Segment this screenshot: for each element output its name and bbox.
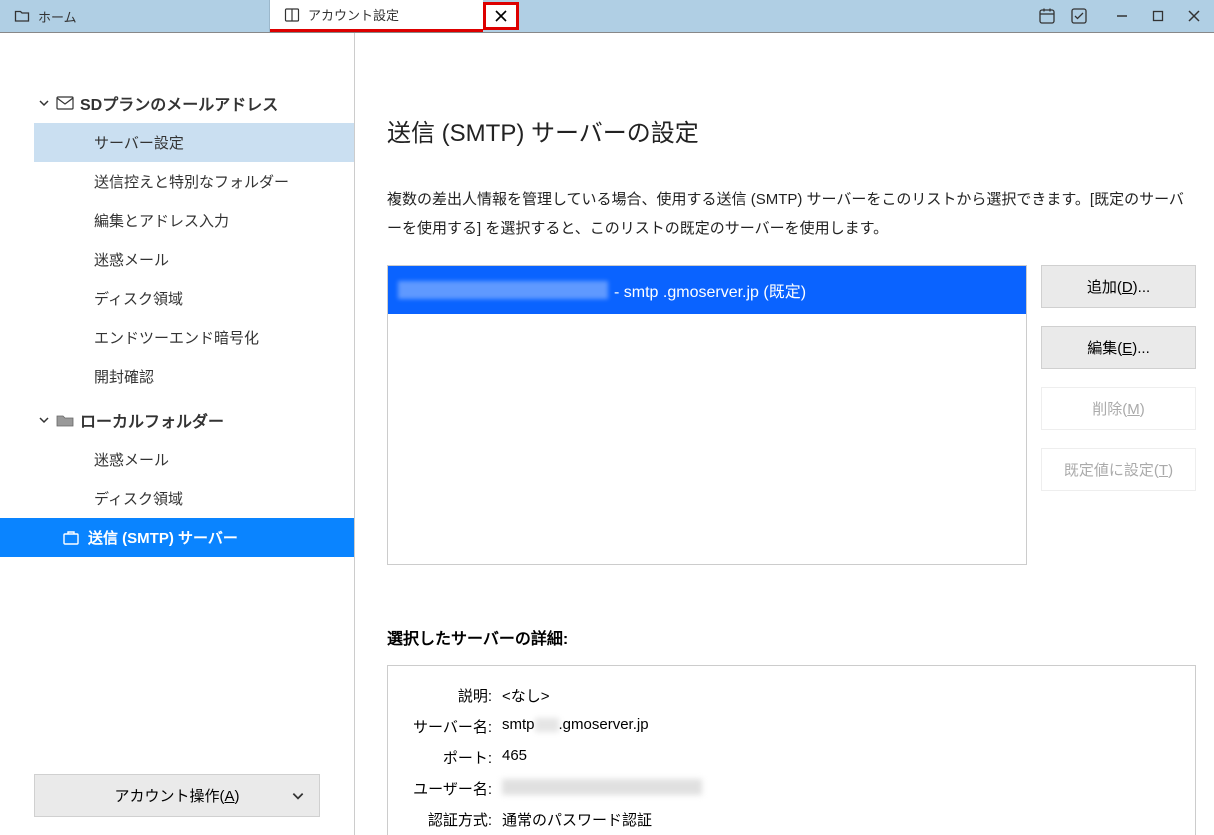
tab-settings-label: アカウント設定 (308, 5, 399, 24)
tab-account-settings[interactable]: アカウント設定 (270, 0, 483, 32)
detail-port-value: 465 (502, 747, 527, 768)
smtp-server-item[interactable]: - smtp .gmoserver.jp (既定) (388, 266, 1026, 314)
tree-item-local-junk[interactable]: 迷惑メール (34, 440, 354, 479)
tree-item-disk[interactable]: ディスク領域 (34, 279, 354, 318)
edit-button[interactable]: 編集(E)... (1041, 326, 1196, 369)
close-window-button[interactable] (1188, 10, 1200, 22)
mail-icon (56, 96, 74, 110)
remove-button: 削除(M) (1041, 387, 1196, 430)
tab-home[interactable]: ホーム (0, 0, 270, 32)
chevron-down-icon (291, 789, 305, 803)
redacted-text (398, 281, 608, 299)
detail-auth-label: 認証方式: (406, 809, 492, 830)
tree-item-junk[interactable]: 迷惑メール (34, 240, 354, 279)
tree-item-copies-folders[interactable]: 送信控えと特別なフォルダー (34, 162, 354, 201)
window-controls (1096, 0, 1214, 32)
close-icon (494, 9, 508, 23)
tree-item-e2e[interactable]: エンドツーエンド暗号化 (34, 318, 354, 357)
smtp-server-list[interactable]: - smtp .gmoserver.jp (既定) (387, 265, 1027, 565)
sidebar: SDプランのメールアドレス サーバー設定 送信控えと特別なフォルダー 編集とアド… (0, 33, 355, 835)
account-section-header[interactable]: SDプランのメールアドレス (34, 83, 354, 123)
tree-item-receipts[interactable]: 開封確認 (34, 357, 354, 396)
account-label: SDプランのメールアドレス (80, 91, 278, 115)
folder-icon (14, 8, 30, 24)
details-heading: 選択したサーバーの詳細: (387, 625, 1196, 649)
chevron-down-icon (38, 97, 50, 109)
detail-server-value: smtp.gmoserver.jp (502, 716, 649, 737)
detail-desc-value: <なし> (502, 685, 550, 706)
server-details-box: 説明: <なし> サーバー名: smtp.gmoserver.jp ポート: 4… (387, 665, 1196, 835)
book-icon (284, 7, 300, 23)
detail-server-label: サーバー名: (406, 716, 492, 737)
detail-auth-value: 通常のパスワード認証 (502, 809, 652, 830)
add-button[interactable]: 追加(D)... (1041, 265, 1196, 308)
tree-item-composition[interactable]: 編集とアドレス入力 (34, 201, 354, 240)
minimize-button[interactable] (1116, 10, 1128, 22)
description-text: 複数の差出人情報を管理している場合、使用する送信 (SMTP) サーバーをこのリ… (387, 186, 1196, 243)
content-pane: 送信 (SMTP) サーバーの設定 複数の差出人情報を管理している場合、使用する… (355, 33, 1214, 835)
local-folders-label: ローカルフォルダー (80, 408, 224, 432)
account-ops-label: アカウント操作(A) (114, 785, 239, 806)
page-title: 送信 (SMTP) サーバーの設定 (387, 113, 1196, 148)
tree-item-smtp[interactable]: 送信 (SMTP) サーバー (0, 518, 354, 557)
account-operations-button[interactable]: アカウント操作(A) (34, 774, 320, 817)
titlebar: ホーム アカウント設定 (0, 0, 1214, 33)
calendar-icon[interactable] (1038, 7, 1056, 25)
chevron-down-icon (38, 414, 50, 426)
tab-home-label: ホーム (38, 7, 77, 26)
detail-user-value (502, 778, 702, 799)
smtp-label: 送信 (SMTP) サーバー (88, 527, 238, 548)
detail-user-label: ユーザー名: (406, 778, 492, 799)
server-item-text: - smtp .gmoserver.jp (既定) (614, 278, 806, 302)
tree-item-server-settings[interactable]: サーバー設定 (34, 123, 354, 162)
detail-desc-label: 説明: (406, 685, 492, 706)
detail-port-label: ポート: (406, 747, 492, 768)
tree-item-local-disk[interactable]: ディスク領域 (34, 479, 354, 518)
tab-close-button[interactable] (483, 2, 519, 30)
outgoing-icon (62, 529, 80, 547)
maximize-button[interactable] (1152, 10, 1164, 22)
set-default-button: 既定値に設定(T) (1041, 448, 1196, 491)
tasks-icon[interactable] (1070, 7, 1088, 25)
local-folders-header[interactable]: ローカルフォルダー (34, 400, 354, 440)
titlebar-tool-icons (1038, 0, 1096, 32)
folder-icon (56, 413, 74, 427)
